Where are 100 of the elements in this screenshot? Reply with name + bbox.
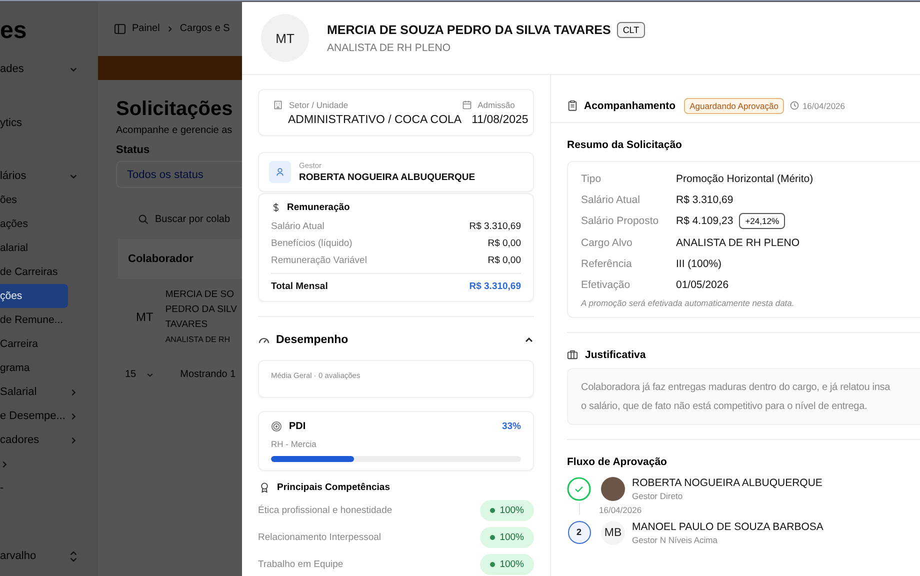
field-value: Promoção Horizontal (Mérito) xyxy=(676,172,814,185)
justification-text: Colaboradora já faz entregas maduras dentro do cargo, e já relatou insa xyxy=(581,380,892,395)
summary-note: A promoção será efetivada automaticamente nesta data. xyxy=(581,298,796,308)
field-label: Setor / Unidade xyxy=(289,100,348,110)
manager-name: ROBERTA NOGUEIRA ALBUQUERQUE xyxy=(299,172,476,183)
approver-name: MANOEL PAULO DE SOUZA BARBOSA xyxy=(632,520,824,533)
card-title: PDI xyxy=(289,421,306,432)
sidebar-item[interactable]: e Desempe... xyxy=(0,404,98,428)
breadcrumb-link[interactable]: Painel xyxy=(132,23,160,34)
field-value: ANALISTA DE RH PLENO xyxy=(676,236,800,249)
chevron-right-icon xyxy=(69,388,78,396)
sidebar-toggle-icon[interactable] xyxy=(114,22,126,34)
competency-name: Relacionamento Interpessoal xyxy=(258,532,382,543)
score-badge: 100% xyxy=(480,500,534,521)
total-label: Total Mensal xyxy=(271,281,328,292)
sidebar-item[interactable]: ytics xyxy=(0,109,98,136)
search-icon xyxy=(138,214,149,225)
field-label: Efetivação xyxy=(581,279,632,292)
field-value: R$ 4.109,23 xyxy=(676,215,734,228)
avatar-initials: MT xyxy=(261,14,309,62)
section-title: Resumo da Solicitação xyxy=(567,139,683,151)
section-title: Principais Competências xyxy=(277,482,390,493)
user-icon xyxy=(269,161,291,183)
building-icon xyxy=(273,100,283,110)
sidebar-item[interactable]: - xyxy=(0,476,98,500)
clipboard-icon xyxy=(567,100,578,111)
row-value: R$ 0,00 xyxy=(488,238,521,249)
row-label: Salário Atual xyxy=(271,221,324,232)
sidebar-item[interactable]: Carreira xyxy=(0,332,98,356)
page-size-select[interactable]: 15 xyxy=(125,369,154,380)
approver-role: Gestor Direto xyxy=(632,490,684,501)
filter-label: Status xyxy=(116,144,150,156)
field-label: Cargo Alvo xyxy=(581,236,634,249)
approver-role: Gestor N Níveis Acima xyxy=(632,534,718,545)
target-icon xyxy=(271,421,282,432)
status-select[interactable]: Todos os status xyxy=(116,161,242,188)
sidebar-item[interactable]: grama xyxy=(0,356,98,380)
sidebar-item[interactable]: lários xyxy=(0,164,98,188)
request-date: 16/04/2026 xyxy=(802,100,845,110)
sidebar-item[interactable]: ções xyxy=(0,284,68,308)
section-title: Acompanhamento xyxy=(584,100,676,112)
field-value: R$ 3.310,69 xyxy=(676,194,734,206)
competency-name: Trabalho em Equipe xyxy=(258,559,344,570)
app-title: es xyxy=(0,17,28,46)
employee-role: ANALISTA DE RH PLENO xyxy=(327,42,452,54)
approval-date: 16/04/2026 xyxy=(599,504,643,515)
row-value: R$ 0,00 xyxy=(488,255,521,266)
section-title: Justificativa xyxy=(585,348,646,361)
row-value: R$ 3.310,69 xyxy=(469,221,521,232)
row-label: Benefícios (líquido) xyxy=(271,238,352,249)
field-value: 01/05/2026 xyxy=(676,279,729,292)
dollar-icon xyxy=(271,202,281,213)
calendar-icon xyxy=(462,100,472,110)
status-badge: Aguardando Aprovação xyxy=(684,98,784,114)
clock-icon xyxy=(790,101,800,110)
step-number: 2 xyxy=(568,520,590,544)
section-title: Fluxo de Aprovação xyxy=(567,456,668,468)
search-field[interactable]: Buscar por colab xyxy=(138,214,230,225)
award-icon xyxy=(259,482,270,493)
competency-name: Ética profissional e honestidade xyxy=(258,505,392,516)
approver-name: ROBERTA NOGUEIRA ALBUQUERQUE xyxy=(632,476,822,489)
field-label: Tipo xyxy=(581,172,602,185)
field-value: ADMINISTRATIVO / COCA COLA xyxy=(288,114,462,126)
employee-name: MERCIA DE SOUZA PEDRO DA SILVA TAVARES xyxy=(327,23,611,37)
section-title: Desempenho xyxy=(276,334,348,346)
user-menu[interactable]: arvalho xyxy=(0,550,98,562)
chevron-down-icon xyxy=(146,370,154,378)
sidebar-item[interactable]: ações xyxy=(0,212,98,236)
employee-name: MERCIA DE SO xyxy=(165,288,235,302)
sidebar-item[interactable]: Salarial xyxy=(0,380,98,404)
page-subtitle: Acompanhe e gerencie as xyxy=(116,125,232,136)
breadcrumb-link[interactable]: Cargos e S xyxy=(180,23,230,34)
sidebar-item[interactable]: ades xyxy=(0,57,98,81)
page-title: Solicitações xyxy=(116,98,233,121)
field-label: Salário Atual xyxy=(581,194,641,206)
sidebar-item[interactable]: de Remune... xyxy=(0,308,98,332)
field-label: Admissão xyxy=(478,100,515,110)
sidebar-item[interactable]: cadores xyxy=(0,428,98,452)
field-label: Referência xyxy=(581,258,633,270)
sidebar-item[interactable]: ões xyxy=(0,188,98,212)
briefcase-icon xyxy=(567,349,578,360)
avatar-photo-placeholder xyxy=(601,476,625,501)
chevron-right-icon xyxy=(0,460,9,468)
field-value: III (100%) xyxy=(676,258,722,270)
score-badge: 100% xyxy=(480,527,534,548)
field-value: 11/08/2025 xyxy=(472,114,528,126)
sidebar-item[interactable]: de Carreiras xyxy=(0,260,98,284)
pagination-summary: Mostrando 1 xyxy=(180,369,236,380)
sidebar-item[interactable]: alarial xyxy=(0,236,98,260)
column-header: Colaborador xyxy=(128,253,194,265)
pdi-name: RH - Mercia xyxy=(271,439,318,449)
field-label: Salário Proposto xyxy=(581,215,660,228)
employee-role: ANALISTA DE RH xyxy=(165,334,232,346)
employee-name: TAVARES xyxy=(165,318,209,332)
justification-text: o salário, que de fato não está competitivo para o nível de entrega. xyxy=(581,400,868,414)
employee-name: PEDRO DA SILV xyxy=(165,303,237,317)
progress-percent: 33% xyxy=(502,421,521,432)
chevron-right-icon xyxy=(69,436,78,444)
check-circle-icon xyxy=(567,476,591,501)
chevron-right-icon xyxy=(69,412,78,420)
